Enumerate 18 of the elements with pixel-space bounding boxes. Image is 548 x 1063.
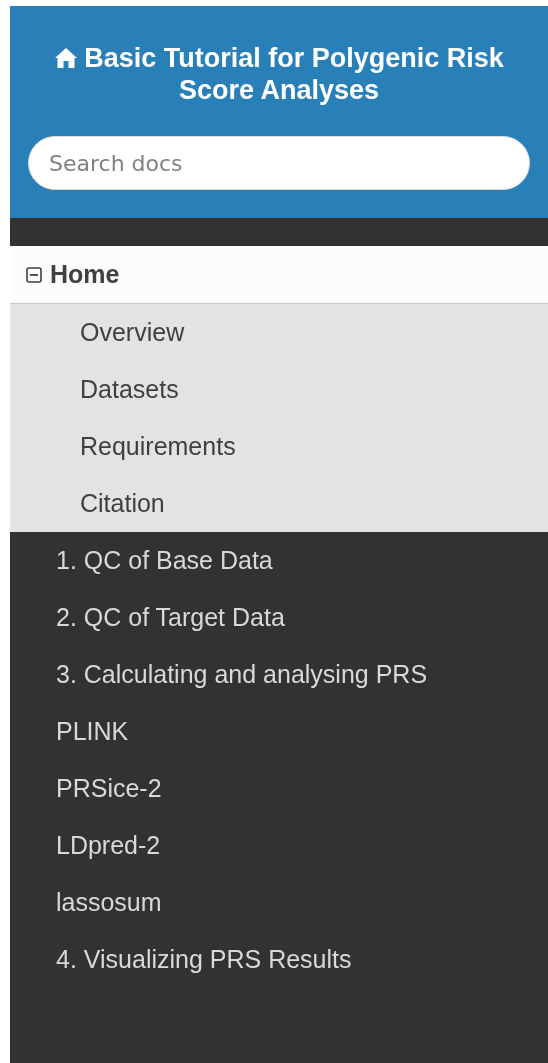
nav-label[interactable]: Home <box>50 260 120 289</box>
nav-item[interactable]: 4. Visualizing PRS Results <box>10 931 548 988</box>
nav-item[interactable]: Home <box>10 246 548 304</box>
nav-item[interactable]: lassosum <box>10 874 548 931</box>
collapse-icon[interactable] <box>26 266 42 283</box>
nav-subitem[interactable]: Citation <box>10 475 548 532</box>
nav-item[interactable]: 3. Calculating and analysing PRS <box>10 646 548 703</box>
home-icon <box>54 47 79 69</box>
nav-subitem[interactable]: Requirements <box>10 418 548 475</box>
search-field[interactable]: Search docs <box>28 136 530 190</box>
nav-subitem[interactable]: Datasets <box>10 361 548 418</box>
nav-subitem[interactable]: Overview <box>10 304 548 361</box>
nav-item[interactable]: 1. QC of Base Data <box>10 532 548 589</box>
nav-item[interactable]: 2. QC of Target Data <box>10 589 548 646</box>
nav-item[interactable]: LDpred-2 <box>10 817 548 874</box>
site-title[interactable]: Basic Tutorial for Polygenic Risk Score Analyses <box>28 42 530 106</box>
nav-item[interactable]: PLINK <box>10 703 548 760</box>
nav-item[interactable]: PRSice-2 <box>10 760 548 817</box>
